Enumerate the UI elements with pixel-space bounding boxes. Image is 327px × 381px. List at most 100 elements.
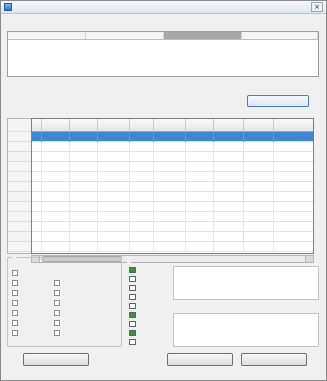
- table-cell: [154, 172, 186, 182]
- table-row[interactable]: [32, 142, 313, 152]
- table-cell: [32, 182, 42, 192]
- table-cell: [42, 202, 70, 212]
- filter-group-title: [12, 257, 16, 265]
- footer-button-left[interactable]: [23, 353, 89, 366]
- filter-checkbox[interactable]: [54, 280, 60, 286]
- legend-swatch: [129, 303, 136, 309]
- table-cell: [244, 222, 274, 232]
- row-header[interactable]: [8, 212, 31, 222]
- table-cell: [98, 132, 130, 142]
- table-row[interactable]: [32, 242, 313, 252]
- table-cell: [98, 192, 130, 202]
- data-grid[interactable]: [31, 118, 314, 254]
- table-row[interactable]: [32, 202, 313, 212]
- filter-checkbox[interactable]: [12, 280, 18, 286]
- row-header[interactable]: [8, 222, 31, 232]
- table-row[interactable]: [32, 172, 313, 182]
- filter-checkbox[interactable]: [54, 300, 60, 306]
- filter-checkbox[interactable]: [12, 320, 18, 326]
- filter-checkbox[interactable]: [12, 300, 18, 306]
- grid-column-header-c4[interactable]: [130, 119, 154, 132]
- table-cell: [186, 172, 214, 182]
- grid-column-header-c5[interactable]: [154, 119, 186, 132]
- filter-group: [7, 257, 122, 347]
- filter-checkbox[interactable]: [12, 330, 18, 336]
- table-cell: [70, 192, 98, 202]
- grid-column-header-c0[interactable]: [32, 119, 42, 132]
- table-row[interactable]: [32, 162, 313, 172]
- row-header[interactable]: [8, 202, 31, 212]
- filter-checkbox[interactable]: [12, 310, 18, 316]
- table-cell: [32, 132, 42, 142]
- table-row[interactable]: [32, 132, 313, 142]
- table-cell: [70, 182, 98, 192]
- row-header[interactable]: [8, 182, 31, 192]
- table-cell: [130, 232, 154, 242]
- grid-column-header-c7[interactable]: [214, 119, 244, 132]
- action-button[interactable]: [247, 95, 309, 107]
- summary-row-2-val-1: [166, 58, 240, 65]
- table-cell: [130, 162, 154, 172]
- table-row[interactable]: [32, 212, 313, 222]
- row-header-column: [7, 118, 31, 254]
- table-cell: [32, 152, 42, 162]
- filter-checkbox[interactable]: [54, 290, 60, 296]
- row-header[interactable]: [8, 152, 31, 162]
- table-row[interactable]: [32, 222, 313, 232]
- legend-group: [127, 256, 167, 347]
- filter-checkbox[interactable]: [12, 290, 18, 296]
- table-cell: [42, 182, 70, 192]
- grid-column-header-c3[interactable]: [98, 119, 130, 132]
- footer-button-right[interactable]: [241, 353, 307, 366]
- row-header[interactable]: [8, 172, 31, 182]
- grid-column-header-c8[interactable]: [244, 119, 274, 132]
- filter-checkbox[interactable]: [54, 330, 60, 336]
- title-bar[interactable]: ×: [1, 1, 326, 14]
- table-cell: [154, 162, 186, 172]
- summary-row-2-val-0: [88, 58, 162, 65]
- grid-column-header-c6[interactable]: [186, 119, 214, 132]
- summary-row-0-val-1: [166, 42, 240, 49]
- close-button[interactable]: ×: [311, 2, 323, 12]
- table-cell: [154, 182, 186, 192]
- legend-swatch: [129, 294, 136, 300]
- table-row[interactable]: [32, 232, 313, 242]
- table-cell: [70, 212, 98, 222]
- row-header[interactable]: [8, 162, 31, 172]
- table-cell: [32, 162, 42, 172]
- legend-swatch: [129, 321, 136, 327]
- row-header[interactable]: [8, 242, 31, 252]
- row-header[interactable]: [8, 142, 31, 152]
- table-row[interactable]: [32, 192, 313, 202]
- filter-checkbox[interactable]: [54, 320, 60, 326]
- legend-swatch: [129, 339, 136, 345]
- legend-swatch: [129, 285, 136, 291]
- filter-checkbox[interactable]: [54, 310, 60, 316]
- table-cell: [130, 172, 154, 182]
- table-cell: [244, 162, 274, 172]
- table-cell: [154, 212, 186, 222]
- summary-row-1-val-2: [244, 50, 316, 57]
- info-panel-1: [173, 257, 319, 301]
- filter-checkbox[interactable]: [12, 270, 18, 276]
- bottom-panel: [7, 256, 319, 349]
- row-header[interactable]: [8, 232, 31, 242]
- table-row[interactable]: [32, 182, 313, 192]
- table-cell: [42, 222, 70, 232]
- table-cell: [42, 172, 70, 182]
- grid-column-header-c2[interactable]: [70, 119, 98, 132]
- summary-row-1-val-1: [166, 50, 240, 57]
- table-cell: [154, 132, 186, 142]
- row-header[interactable]: [8, 132, 31, 142]
- grid-column-header-c1[interactable]: [42, 119, 70, 132]
- table-cell: [42, 212, 70, 222]
- table-cell: [244, 232, 274, 242]
- grid-header: [32, 119, 313, 132]
- table-cell: [42, 132, 70, 142]
- row-header[interactable]: [8, 192, 31, 202]
- footer-button-middle[interactable]: [167, 353, 233, 366]
- table-cell: [130, 192, 154, 202]
- table-row[interactable]: [32, 152, 313, 162]
- legend-swatch: [129, 312, 136, 318]
- summary-table: [7, 31, 319, 77]
